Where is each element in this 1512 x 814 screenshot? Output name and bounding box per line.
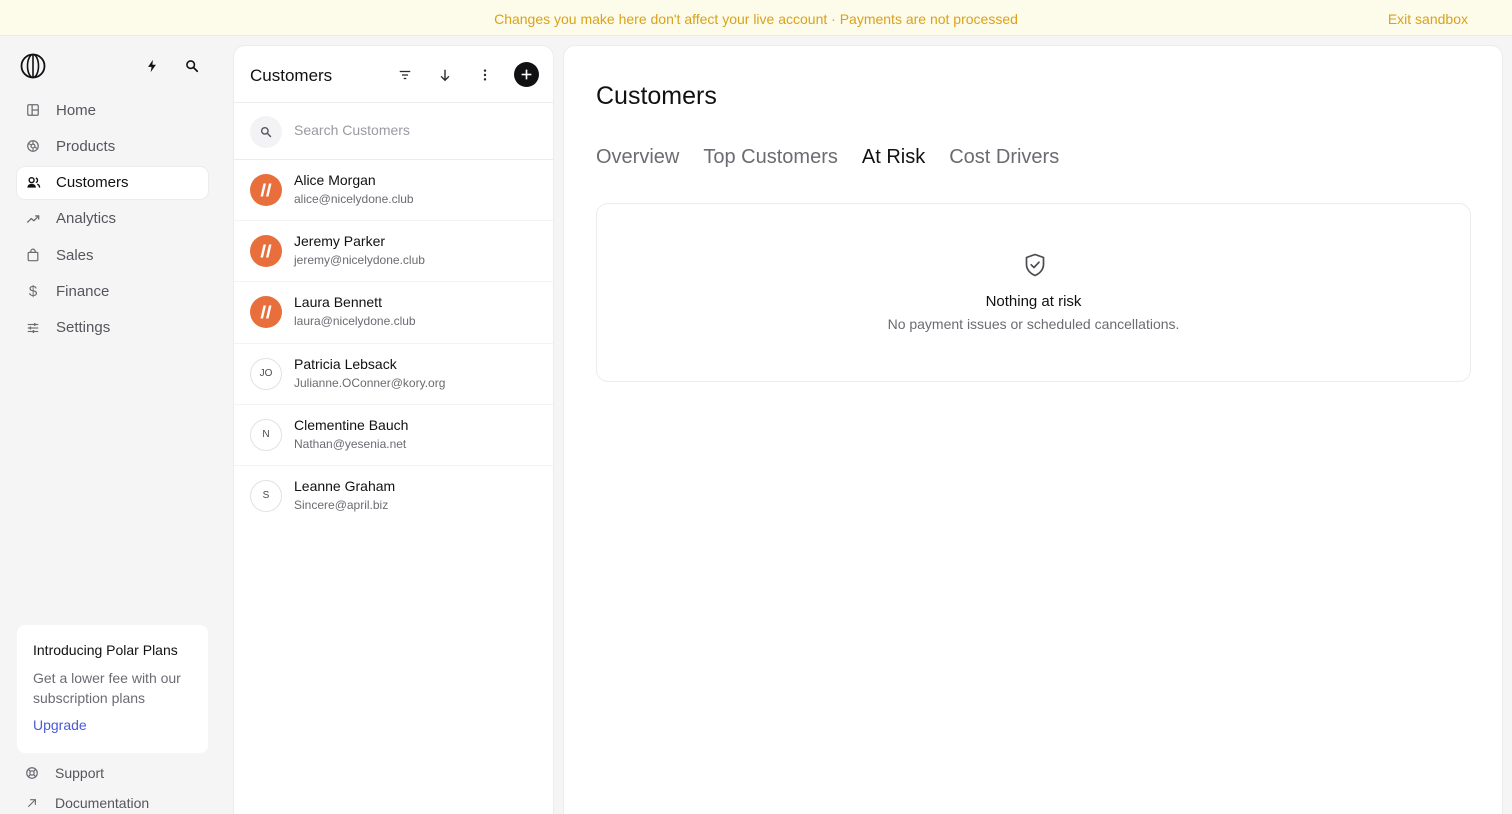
customer-row[interactable]: N Clementine Bauch Nathan@yesenia.net <box>234 405 553 466</box>
sidebar-item-label: Customers <box>56 174 129 192</box>
customer-name: Jeremy Parker <box>294 233 386 250</box>
customer-search <box>234 103 553 160</box>
sidebar-item-label: Sales <box>56 246 94 264</box>
sidebar-item-label: Documentation <box>55 795 150 811</box>
customer-list: Alice Morgan alice@nicelydone.club Jerem… <box>234 160 553 527</box>
customer-email: jeremy@nicelydone.club <box>294 253 425 268</box>
plus-icon <box>521 69 532 80</box>
customer-row[interactable]: Jeremy Parker jeremy@nicelydone.club <box>234 221 553 283</box>
customer-row[interactable]: S Leanne Graham Sincere@april.biz <box>234 466 553 527</box>
avatar <box>250 296 282 329</box>
customer-name: Patricia Lebsack <box>294 355 397 372</box>
logo-icon <box>20 53 46 79</box>
list-title: Customers <box>250 66 333 85</box>
brand-logo-icon <box>260 183 272 197</box>
promo-description: Get a lower fee with our subscription pl… <box>33 670 181 706</box>
list-header: Customers <box>234 46 553 103</box>
more-vertical-icon <box>483 69 487 81</box>
sidebar-item-label: Home <box>56 101 97 119</box>
customer-name: Leanne Graham <box>294 477 396 494</box>
sidebar-item-support[interactable]: Support <box>25 765 215 781</box>
filter-icon <box>399 70 411 80</box>
add-customer-button[interactable] <box>514 62 539 87</box>
customers-icon <box>25 175 41 191</box>
empty-state-title: Nothing at risk <box>985 293 1082 310</box>
home-icon <box>25 102 41 118</box>
products-icon <box>25 138 41 154</box>
exit-sandbox-link[interactable]: Exit sandbox <box>1388 11 1468 27</box>
arrow-down-icon <box>440 69 450 82</box>
bolt-icon <box>148 59 156 73</box>
page-title: Customers <box>596 82 717 110</box>
sidebar-item-customers[interactable]: Customers <box>17 166 208 199</box>
sales-icon <box>25 247 41 263</box>
bolt-button[interactable] <box>141 55 163 77</box>
sidebar-item-analytics[interactable]: Analytics <box>17 203 208 235</box>
finance-icon: $ <box>28 282 38 300</box>
promo-title: Introducing Polar Plans <box>33 642 178 658</box>
sidebar-item-label: Finance <box>56 282 110 300</box>
customer-email: alice@nicelydone.club <box>294 192 414 206</box>
avatar: JO <box>250 357 282 390</box>
customer-row[interactable]: Laura Bennett laura@nicelydone.club <box>234 282 553 344</box>
sidebar-item-label: Support <box>55 765 105 781</box>
avatar: S <box>250 479 282 512</box>
empty-state-card: Nothing at risk No payment issues or sch… <box>596 203 1471 382</box>
customer-tabs: Overview Top Customers At Risk Cost Driv… <box>596 146 1083 169</box>
polar-plans-promo: Introducing Polar Plans Get a lower fee … <box>17 625 208 753</box>
polar-logo[interactable] <box>20 53 46 79</box>
avatar <box>250 174 282 206</box>
sandbox-message: Changes you make here don't affect your … <box>494 11 1018 27</box>
customer-email: Nathan@yesenia.net <box>294 436 407 451</box>
tab-at-risk[interactable]: At Risk <box>862 146 925 169</box>
search-customers-input[interactable] <box>294 122 534 138</box>
sidebar-item-documentation[interactable]: Documentation <box>25 795 215 811</box>
customer-email: Julianne.OConner@kory.org <box>294 375 446 390</box>
filter-button[interactable] <box>393 63 417 87</box>
empty-state-description: No payment issues or scheduled cancellat… <box>887 316 1180 332</box>
more-options-button[interactable] <box>473 63 497 87</box>
support-icon <box>25 766 39 780</box>
brand-logo-icon <box>260 244 272 258</box>
brand-logo-icon <box>260 305 272 319</box>
sidebar-item-sales[interactable]: Sales <box>17 239 208 271</box>
analytics-icon <box>25 211 41 227</box>
main-panel: Customers Overview Top Customers At Risk… <box>563 45 1503 814</box>
sidebar-nav: Home Products Customers Analytics Sales <box>17 94 208 348</box>
sidebar-item-label: Analytics <box>56 210 117 228</box>
sidebar-item-products[interactable]: Products <box>17 130 208 162</box>
customer-row[interactable]: JO Patricia Lebsack Julianne.OConner@kor… <box>234 344 553 405</box>
search-icon <box>250 116 282 148</box>
customer-row[interactable]: Alice Morgan alice@nicelydone.club <box>234 160 553 222</box>
tab-top-customers[interactable]: Top Customers <box>703 146 838 169</box>
sort-button[interactable] <box>433 63 457 87</box>
sandbox-banner: Changes you make here don't affect your … <box>0 0 1512 36</box>
sidebar-item-label: Settings <box>56 319 111 337</box>
sidebar-item-finance[interactable]: $ Finance <box>17 275 208 307</box>
avatar <box>250 235 282 268</box>
upgrade-link[interactable]: Upgrade <box>33 717 192 733</box>
search-button[interactable] <box>181 55 203 77</box>
customer-name: Laura Bennett <box>294 294 382 311</box>
tab-cost-drivers[interactable]: Cost Drivers <box>949 146 1059 169</box>
customer-email: laura@nicelydone.club <box>294 314 416 329</box>
customer-name: Clementine Bauch <box>294 416 409 433</box>
sidebar-item-settings[interactable]: Settings <box>17 312 208 344</box>
sidebar-item-home[interactable]: Home <box>17 94 208 126</box>
external-link-icon <box>25 797 39 809</box>
sidebar-item-label: Products <box>56 137 116 155</box>
sidebar: Home Products Customers Analytics Sales <box>0 37 226 814</box>
customer-list-panel: Customers Alice Morgan alice@nicelydone.… <box>233 45 554 814</box>
avatar: N <box>250 418 282 451</box>
tab-overview[interactable]: Overview <box>596 146 679 169</box>
settings-icon <box>25 320 41 336</box>
customer-name: Alice Morgan <box>294 172 376 188</box>
customer-email: Sincere@april.biz <box>294 497 389 512</box>
shield-check-icon <box>1022 252 1048 278</box>
search-icon <box>186 60 199 73</box>
